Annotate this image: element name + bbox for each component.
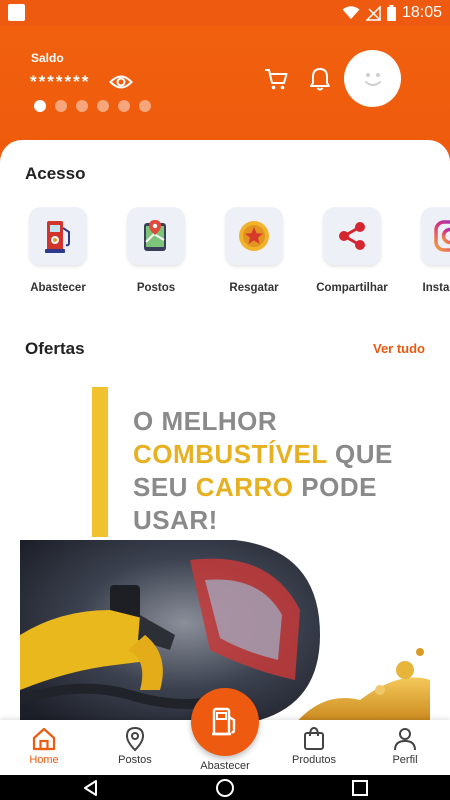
status-time: 18:05 <box>401 4 442 21</box>
carousel-dot[interactable] <box>97 100 109 112</box>
balance-value: ******* <box>30 72 91 91</box>
carousel-dot[interactable] <box>118 100 130 112</box>
back-icon[interactable] <box>82 779 100 797</box>
map-pin-icon <box>125 726 145 752</box>
shortcut-label: Compartilhar <box>316 282 388 294</box>
banner-line-4: USAR! <box>133 505 218 535</box>
shortcut-label: Resgatar <box>229 282 279 294</box>
shortcut-instagram[interactable]: Instagram <box>400 207 450 294</box>
fuel-pump-icon <box>45 221 70 253</box>
offers-section-title: Ofertas <box>25 339 85 358</box>
nav-perfil[interactable]: Perfil <box>370 726 440 766</box>
nav-label: Produtos <box>291 754 337 766</box>
avatar[interactable] <box>344 50 401 107</box>
home-icon <box>32 727 56 751</box>
access-shortcuts[interactable]: Abastecer Postos Resgatar Compartilhar I… <box>0 207 450 307</box>
banner-line-3-start: SEU <box>133 472 196 502</box>
user-icon <box>394 728 416 751</box>
abastecer-fab-button[interactable] <box>191 688 259 756</box>
nav-home[interactable]: Home <box>9 726 79 766</box>
carousel-dot[interactable] <box>34 100 46 112</box>
nav-label: Perfil <box>392 754 418 766</box>
banner-accent-bar <box>92 387 108 537</box>
app-square-icon <box>8 4 25 21</box>
shortcut-label: Abastecer <box>30 282 86 294</box>
bell-icon[interactable] <box>308 66 332 92</box>
shortcut-tile[interactable] <box>421 207 450 265</box>
carousel-dot[interactable] <box>55 100 67 112</box>
banner-line-3-rest: PODE <box>293 472 377 502</box>
status-bar: 18:05 <box>0 0 450 26</box>
carousel-dot[interactable] <box>76 100 88 112</box>
shortcut-postos[interactable]: Postos <box>106 207 206 294</box>
shortcut-compartilhar[interactable]: Compartilhar <box>302 207 402 294</box>
banner-line-1: O MELHOR <box>133 406 278 436</box>
fab-label: Abastecer <box>200 760 250 772</box>
carousel-dots <box>34 100 151 112</box>
banner-highlight-car: CARRO <box>195 472 294 502</box>
banner-line-2-rest: QUE <box>327 439 393 469</box>
wifi-icon <box>342 6 360 19</box>
nav-postos[interactable]: Postos <box>100 726 170 766</box>
map-pin-icon <box>144 220 166 251</box>
shortcut-tile[interactable] <box>29 207 87 265</box>
nav-produtos[interactable]: Produtos <box>279 726 349 766</box>
no-signal-icon <box>365 5 381 21</box>
nav-label: Postos <box>118 754 152 766</box>
shopping-bag-icon <box>304 726 324 750</box>
banner-headline: O MELHOR COMBUSTÍVEL QUE SEU CARRO PODE … <box>133 405 423 537</box>
balance-label: Saldo <box>31 51 64 65</box>
home-content: Acesso Abastecer Postos Resgatar Compart… <box>0 140 450 720</box>
carousel-dot[interactable] <box>139 100 151 112</box>
fuel-pump-icon <box>212 707 236 736</box>
banner-highlight-fuel: COMBUSTÍVEL <box>133 439 328 469</box>
share-icon <box>339 222 365 250</box>
shortcut-abastecer[interactable]: Abastecer <box>8 207 108 294</box>
eye-icon[interactable] <box>109 70 133 94</box>
coin-star-icon <box>239 221 269 251</box>
access-section-title: Acesso <box>25 164 86 183</box>
instagram-icon <box>434 220 450 252</box>
shortcut-tile[interactable] <box>225 207 283 265</box>
system-navigation-bar <box>0 775 450 800</box>
nav-label: Home <box>29 754 59 766</box>
shortcut-resgatar[interactable]: Resgatar <box>204 207 304 294</box>
status-icons: 18:05 <box>342 3 442 23</box>
see-all-link[interactable]: Ver tudo <box>373 341 425 356</box>
shortcut-tile[interactable] <box>127 207 185 265</box>
avatar-smiley-icon <box>364 72 381 86</box>
shortcut-label: Instagram <box>422 282 450 294</box>
shortcut-tile[interactable] <box>323 207 381 265</box>
battery-icon <box>386 5 396 21</box>
home-circle-icon[interactable] <box>215 778 235 798</box>
recents-icon[interactable] <box>351 779 369 797</box>
shortcut-label: Postos <box>136 282 176 294</box>
offer-banner[interactable]: O MELHOR COMBUSTÍVEL QUE SEU CARRO PODE … <box>20 385 430 720</box>
cart-icon[interactable] <box>263 66 289 92</box>
